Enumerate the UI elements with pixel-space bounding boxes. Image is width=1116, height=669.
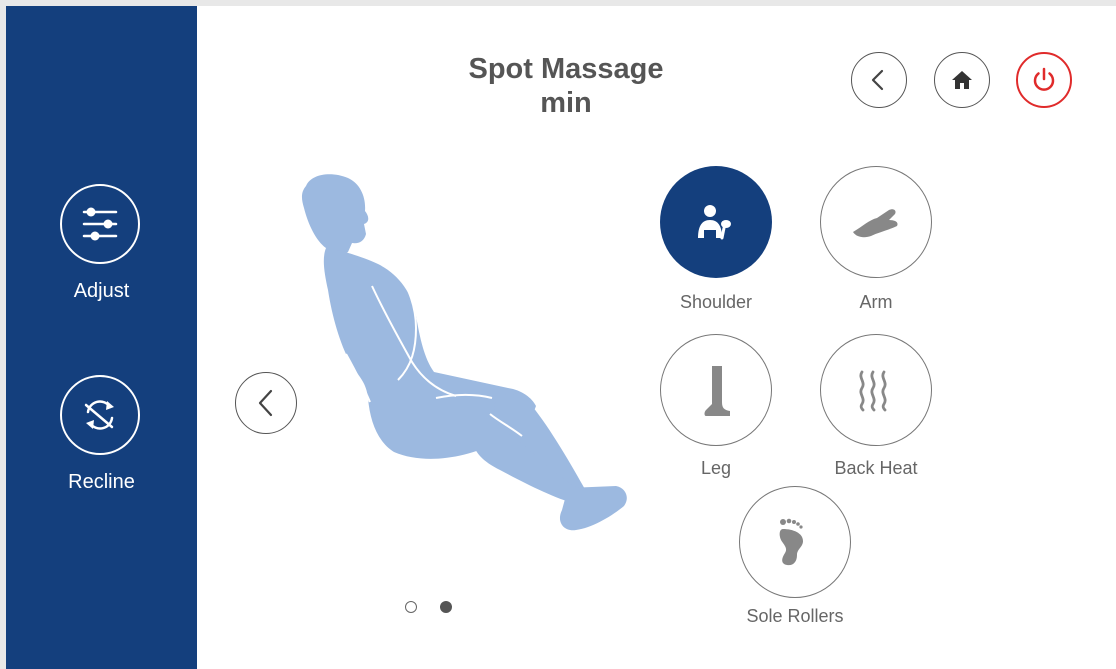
adjust-label: Adjust	[73, 280, 130, 302]
back-button[interactable]	[851, 52, 907, 108]
back-heat-button[interactable]	[820, 334, 932, 446]
chevron-left-icon	[258, 389, 273, 417]
body-figure	[301, 174, 627, 531]
arm-label: Arm	[859, 292, 893, 312]
leg-button[interactable]	[660, 334, 772, 446]
shoulder-icon	[698, 205, 731, 240]
foot-icon	[779, 518, 803, 566]
recline-label: Recline	[68, 471, 135, 493]
recline-icon	[84, 400, 114, 430]
recline-button[interactable]	[60, 375, 140, 455]
arm-button[interactable]	[820, 166, 932, 278]
shoulder-button[interactable]	[660, 166, 772, 278]
leg-label: Leg	[700, 458, 732, 478]
sole-rollers-label: Sole Rollers	[746, 606, 844, 626]
back-heat-label: Back Heat	[834, 458, 918, 478]
leg-icon	[704, 366, 730, 416]
page-dot-1[interactable]	[405, 601, 417, 613]
back-icon	[871, 69, 884, 91]
carousel-prev-button[interactable]	[235, 372, 297, 434]
power-button[interactable]	[1016, 52, 1072, 108]
power-icon	[1033, 67, 1055, 91]
sidebar: Adjust Recline	[6, 6, 197, 669]
page-title: Spot Massage min	[366, 52, 766, 120]
shoulder-label: Shoulder	[679, 292, 753, 312]
heat-icon	[859, 370, 887, 412]
arm-icon	[853, 209, 898, 238]
title-line-2: min	[540, 87, 592, 119]
title-line-1: Spot Massage	[468, 53, 664, 85]
sliders-icon	[82, 207, 118, 241]
adjust-button[interactable]	[60, 184, 140, 264]
home-button[interactable]	[934, 52, 990, 108]
sole-rollers-button[interactable]	[739, 486, 851, 598]
home-icon	[952, 71, 972, 89]
screen: Adjust Recline Spot Massage min Shoulder…	[6, 6, 1116, 669]
page-dot-2[interactable]	[440, 601, 452, 613]
